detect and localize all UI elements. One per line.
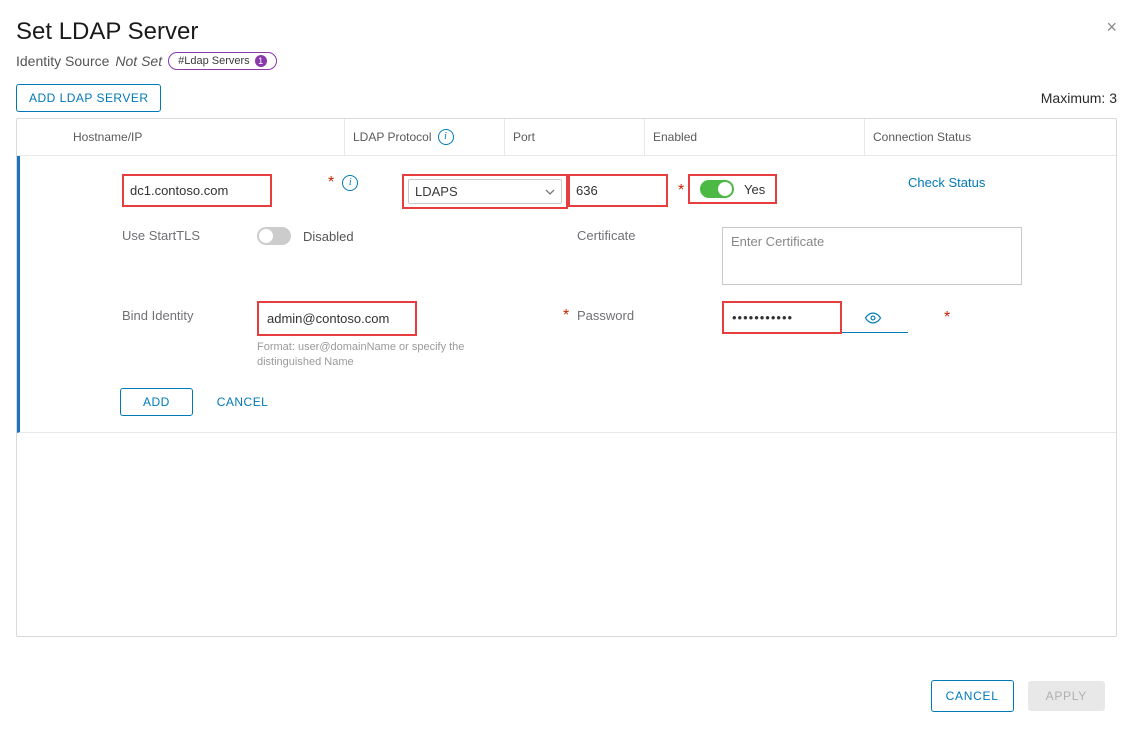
col-port: Port	[505, 119, 645, 155]
starttls-toggle[interactable]	[257, 227, 291, 245]
use-starttls-label: Use StartTLS	[122, 228, 200, 243]
enabled-highlight: Yes	[688, 174, 777, 204]
bind-identity-label: Bind Identity	[122, 308, 194, 323]
password-input[interactable]	[730, 306, 834, 329]
dialog-title: Set LDAP Server	[16, 18, 198, 46]
port-input[interactable]	[574, 179, 662, 202]
password-label: Password	[577, 308, 634, 323]
check-status-link[interactable]: Check Status	[908, 175, 985, 190]
chip-label: #Ldap Servers	[178, 55, 250, 67]
chip-count-badge: 1	[255, 55, 267, 67]
dialog-set-ldap-server: Set LDAP Server × Identity Source Not Se…	[0, 0, 1133, 734]
col-enabled: Enabled	[645, 119, 865, 155]
grid-header: Hostname/IP LDAP Protocol i Port Enabled…	[17, 119, 1116, 156]
bind-identity-highlight	[257, 301, 417, 336]
identity-source-value: Not Set	[115, 53, 162, 69]
info-icon[interactable]: i	[438, 129, 454, 145]
eye-icon[interactable]	[864, 309, 882, 327]
cancel-inline-link[interactable]: CANCEL	[217, 395, 269, 409]
close-icon[interactable]: ×	[1106, 18, 1117, 36]
required-marker: *	[944, 309, 950, 327]
cancel-button[interactable]: CANCEL	[931, 680, 1014, 712]
enabled-label: Yes	[744, 182, 765, 197]
bind-identity-input[interactable]	[265, 307, 409, 330]
hostname-input[interactable]	[128, 179, 266, 202]
enabled-toggle[interactable]	[700, 180, 734, 198]
dialog-footer: CANCEL APPLY	[931, 680, 1105, 712]
col-protocol: LDAP Protocol i	[345, 119, 505, 155]
ldap-protocol-value: LDAPS	[415, 184, 458, 199]
ldap-server-editor: * i LDAPS	[17, 156, 1116, 433]
apply-button: APPLY	[1028, 681, 1105, 711]
certificate-textarea[interactable]: Enter Certificate	[722, 227, 1022, 285]
required-marker: *	[563, 307, 569, 324]
certificate-label: Certificate	[577, 228, 636, 243]
starttls-state: Disabled	[303, 229, 354, 244]
col-hostname: Hostname/IP	[65, 119, 345, 155]
required-marker: *	[678, 182, 684, 200]
add-button[interactable]: ADD	[120, 388, 193, 416]
certificate-placeholder: Enter Certificate	[731, 234, 824, 249]
ldap-servers-grid: Hostname/IP LDAP Protocol i Port Enabled…	[16, 118, 1117, 637]
protocol-highlight: LDAPS	[402, 174, 568, 209]
bind-identity-help: Format: user@domainName or specify the d…	[257, 340, 497, 370]
add-ldap-server-button[interactable]: ADD LDAP SERVER	[16, 84, 161, 112]
port-highlight	[568, 174, 668, 207]
ldap-servers-chip[interactable]: #Ldap Servers 1	[168, 52, 277, 70]
ldap-protocol-select[interactable]: LDAPS	[408, 179, 562, 204]
chevron-down-icon	[545, 187, 555, 197]
hostname-highlight	[122, 174, 272, 207]
col-connection-status: Connection Status	[865, 119, 1116, 155]
identity-source-label: Identity Source	[16, 53, 109, 69]
maximum-text: Maximum: 3	[1041, 90, 1117, 106]
info-icon[interactable]: i	[342, 175, 358, 191]
password-highlight	[722, 301, 842, 334]
required-marker: *	[328, 174, 334, 192]
